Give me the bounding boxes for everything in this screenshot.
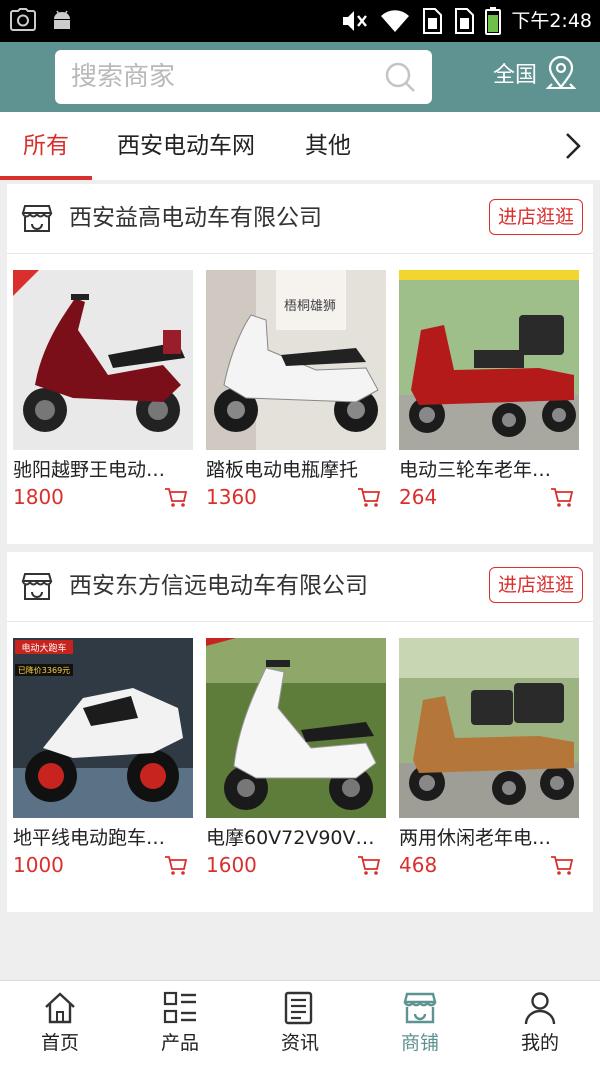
nav-home-label: 首页 <box>40 1032 79 1054</box>
nav-news[interactable]: 资讯 <box>240 981 360 1067</box>
product-name: 两用休闲老年电… <box>399 827 552 849</box>
search-box[interactable] <box>55 50 432 104</box>
region-selector[interactable]: 全国 <box>493 56 577 90</box>
shop-icon <box>21 573 53 600</box>
store-name: 西安东方信远电动车有限公司 <box>69 573 368 599</box>
nav-products[interactable]: 产品 <box>120 981 240 1067</box>
store-card: 西安益高电动车有限公司 进店逛逛 驰阳越野王电动… 1800 梧桐雄狮 踏板电动… <box>7 184 593 544</box>
status-bar: 下午2:48 <box>0 0 600 42</box>
wifi-icon <box>381 10 410 32</box>
product-item[interactable]: 梧桐雄狮 踏板电动电瓶摩托 1360 <box>206 270 386 510</box>
add-to-cart-icon[interactable] <box>357 854 381 876</box>
store-header[interactable]: 西安益高电动车有限公司 进店逛逛 <box>7 184 593 254</box>
search-header: 全国 <box>0 42 600 112</box>
showroom-sign: 梧桐雄狮 <box>284 299 336 314</box>
tab-all[interactable]: 所有 <box>0 112 92 180</box>
shop-icon <box>21 205 53 232</box>
product-image[interactable] <box>13 270 193 450</box>
product-name: 电动三轮车老年… <box>399 459 552 481</box>
add-to-cart-icon[interactable] <box>550 854 574 876</box>
visit-store-button[interactable]: 进店逛逛 <box>488 567 583 603</box>
screenshot-icon <box>10 8 36 31</box>
product-name: 踏板电动电瓶摩托 <box>206 459 359 481</box>
add-to-cart-icon[interactable] <box>164 854 188 876</box>
location-pin-icon <box>545 56 577 89</box>
product-item[interactable]: 电摩60V72V90V… 1600 <box>206 638 386 878</box>
tab-xian-ebike[interactable]: 西安电动车网 <box>106 112 266 180</box>
poster-title: 电动大跑车 <box>21 642 66 654</box>
home-icon <box>45 992 75 1024</box>
store-header[interactable]: 西安东方信远电动车有限公司 进店逛逛 <box>7 552 593 622</box>
user-icon <box>524 992 556 1025</box>
product-image[interactable]: 梧桐雄狮 <box>206 270 386 450</box>
product-image[interactable] <box>399 270 579 450</box>
product-image[interactable]: 电动大跑车 已降价3369元 <box>13 638 193 818</box>
search-icon[interactable] <box>384 61 416 93</box>
poster-price: 已降价3369元 <box>18 665 70 675</box>
news-icon <box>284 991 313 1025</box>
region-label: 全国 <box>493 63 538 88</box>
status-time: 下午2:48 <box>511 10 592 32</box>
add-to-cart-icon[interactable] <box>550 486 574 508</box>
product-item[interactable]: 电动大跑车 已降价3369元 地平线电动跑车… 1000 <box>13 638 193 878</box>
product-name: 驰阳越野王电动… <box>13 459 166 481</box>
product-row: 驰阳越野王电动… 1800 梧桐雄狮 踏板电动电瓶摩托 1360 电动三轮车老年… <box>7 254 593 544</box>
category-tabs: 所有 西安电动车网 其他 <box>0 112 600 180</box>
sim2-icon <box>455 8 475 34</box>
search-input[interactable] <box>71 50 371 104</box>
bottom-nav: 首页 产品 资讯 商铺 我的 <box>0 980 600 1067</box>
nav-home[interactable]: 首页 <box>0 981 120 1067</box>
battery-icon <box>485 7 502 35</box>
chevron-right-icon[interactable] <box>558 131 588 161</box>
product-row: 电动大跑车 已降价3369元 地平线电动跑车… 1000 电摩60V72V90V… <box>7 622 593 912</box>
product-item[interactable]: 电动三轮车老年… 264 <box>399 270 579 510</box>
nav-shops-label: 商铺 <box>400 1032 439 1054</box>
store-name: 西安益高电动车有限公司 <box>69 205 322 231</box>
shop-icon <box>403 992 437 1024</box>
add-to-cart-icon[interactable] <box>357 486 381 508</box>
product-image[interactable] <box>206 638 386 818</box>
android-icon <box>54 10 70 29</box>
tab-other[interactable]: 其他 <box>296 112 360 180</box>
nav-products-label: 产品 <box>160 1032 199 1054</box>
product-image[interactable] <box>399 638 579 818</box>
nav-shops[interactable]: 商铺 <box>360 981 480 1067</box>
sim1-icon <box>423 8 443 34</box>
visit-store-button[interactable]: 进店逛逛 <box>488 199 583 235</box>
grid-list-icon <box>163 991 196 1024</box>
active-tab-indicator <box>0 176 92 180</box>
nav-me-label: 我的 <box>520 1032 559 1054</box>
store-card: 西安东方信远电动车有限公司 进店逛逛 电动大跑车 已降价3369元 地平线电动跑… <box>7 552 593 912</box>
nav-me[interactable]: 我的 <box>480 981 600 1067</box>
nav-news-label: 资讯 <box>280 1032 319 1054</box>
product-item[interactable]: 驰阳越野王电动… 1800 <box>13 270 193 510</box>
product-item[interactable]: 两用休闲老年电… 468 <box>399 638 579 878</box>
add-to-cart-icon[interactable] <box>164 486 188 508</box>
product-name: 电摩60V72V90V… <box>206 827 375 849</box>
product-name: 地平线电动跑车… <box>13 827 166 849</box>
mute-icon <box>343 11 368 31</box>
